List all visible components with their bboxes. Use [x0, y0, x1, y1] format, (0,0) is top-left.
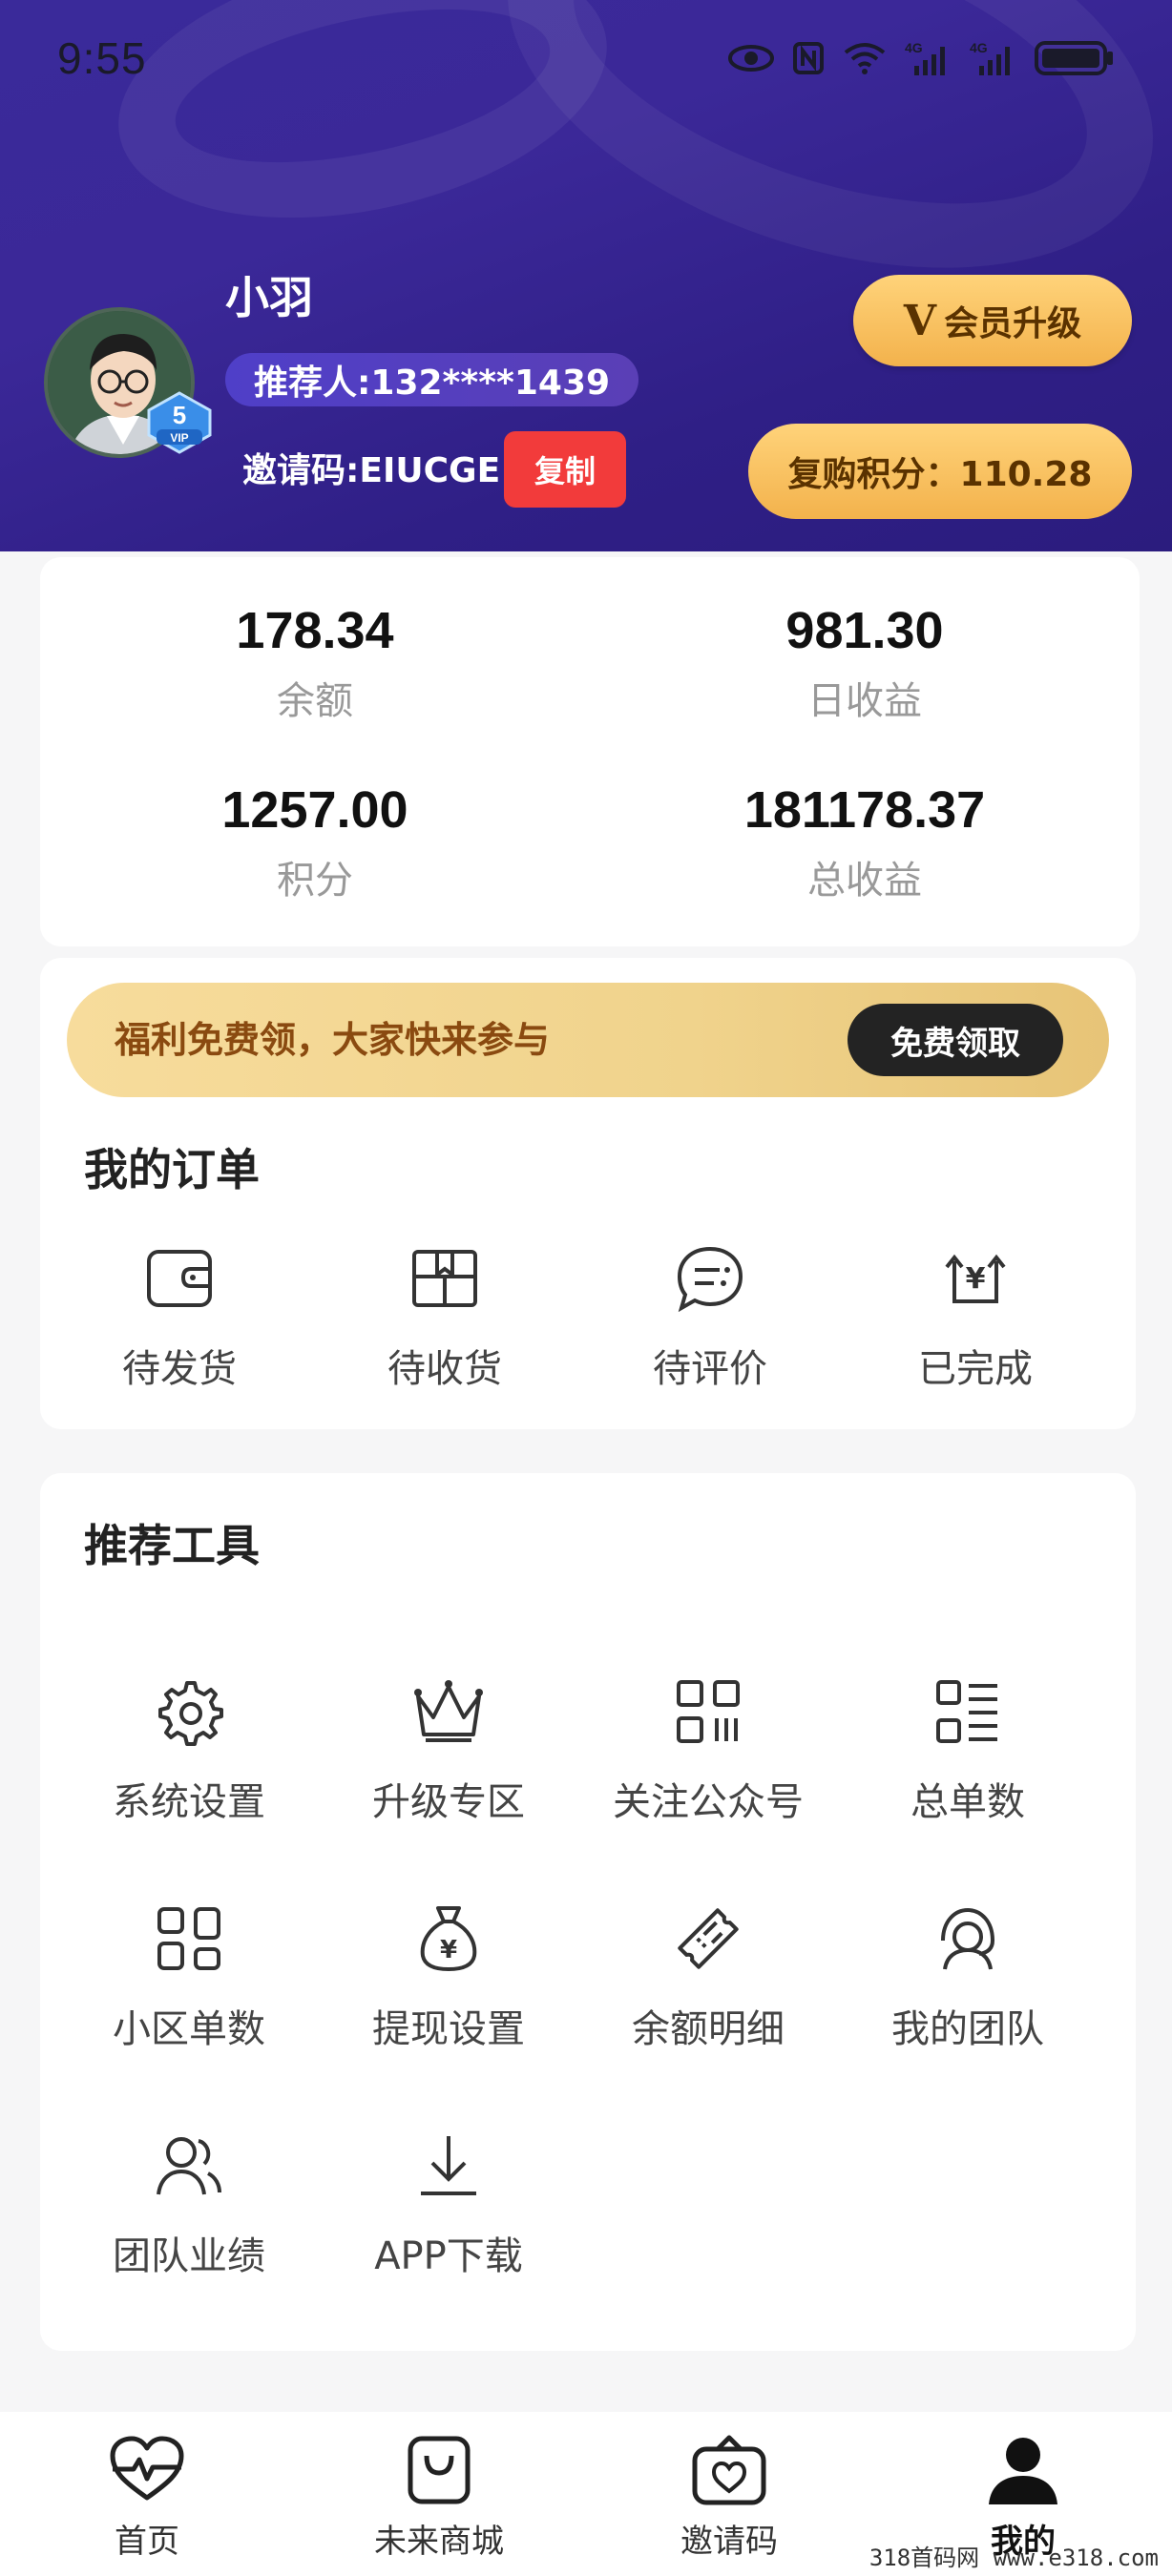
- promo-banner[interactable]: 福利免费领，大家快来参与 免费领取: [67, 983, 1109, 1097]
- wallet-icon: [147, 1250, 212, 1307]
- shopping-bag-icon: [408, 2436, 471, 2504]
- svg-text:¥: ¥: [966, 1262, 986, 1296]
- tool-label: 小区单数: [113, 2007, 265, 2051]
- invite-code-text: 邀请码:EIUCGE: [242, 451, 501, 490]
- copy-button[interactable]: 复制: [504, 431, 626, 508]
- list-icon: [936, 1680, 997, 1743]
- stat-points[interactable]: 1257.00 积分: [40, 780, 590, 904]
- vip-level-badge: 5 VIP: [143, 391, 216, 454]
- svg-text:4G: 4G: [905, 40, 923, 55]
- order-completed[interactable]: ¥ 已完成: [851, 1240, 1099, 1393]
- comment-icon: [677, 1246, 743, 1312]
- orders-title: 我的订单: [84, 1144, 260, 1195]
- stat-value: 178.34: [236, 602, 394, 659]
- tool-label: 余额明细: [632, 2007, 785, 2051]
- vip-upgrade-label: 会员升级: [944, 304, 1082, 343]
- tool-label: 我的团队: [891, 2007, 1044, 2051]
- svg-text:4G: 4G: [970, 40, 988, 55]
- free-claim-button[interactable]: 免费领取: [848, 1004, 1063, 1076]
- tool-label: 升级专区: [372, 1780, 525, 1824]
- tool-label: 总单数: [910, 1780, 1025, 1824]
- referrer-pill: 推荐人:132****1439: [225, 353, 639, 406]
- person-icon: [989, 2438, 1057, 2504]
- tool-system-settings[interactable]: 系统设置: [65, 1673, 313, 1826]
- stat-label: 日收益: [807, 679, 922, 723]
- package-icon: [412, 1250, 477, 1307]
- tool-label: 关注公众号: [613, 1780, 804, 1824]
- tool-my-team[interactable]: 我的团队: [844, 1901, 1092, 2053]
- vip-text: VIP: [170, 431, 188, 445]
- tool-label: 提现设置: [372, 2007, 525, 2051]
- stat-label: 积分: [277, 859, 353, 903]
- tool-label: 团队业绩: [113, 2234, 265, 2278]
- qrcode-icon: [677, 1680, 740, 1743]
- yen-exchange-icon: ¥: [945, 1254, 1006, 1303]
- tool-balance-details[interactable]: 余额明细: [584, 1901, 832, 2053]
- tool-team-performance[interactable]: 团队业绩: [65, 2128, 313, 2280]
- orders-card: 福利免费领，大家快来参与 免费领取 我的订单 待发货 待收货 待评价 ¥ 已完成: [40, 958, 1136, 1429]
- nav-mall[interactable]: 未来商城: [324, 2429, 554, 2562]
- grid-icon: [157, 1907, 220, 1970]
- gear-icon: [158, 1681, 223, 1746]
- order-pending-shipment[interactable]: 待发货: [55, 1240, 303, 1393]
- stats-card: 178.34 余额 981.30 日收益 1257.00 积分 181178.3…: [40, 557, 1140, 946]
- tool-app-download[interactable]: APP下载: [324, 2128, 573, 2280]
- users-icon: [157, 2137, 221, 2195]
- tool-total-orders[interactable]: 总单数: [844, 1673, 1092, 1826]
- headset-user-icon: [941, 1907, 994, 1970]
- vip-upgrade-button[interactable]: V 会员升级: [853, 275, 1132, 366]
- user-name: 小羽: [225, 272, 313, 323]
- order-pending-receipt[interactable]: 待收货: [321, 1240, 569, 1393]
- signal-4g-icon: 4G: [970, 40, 1010, 75]
- promo-text: 福利免费领，大家快来参与: [115, 1019, 551, 1061]
- tools-title: 推荐工具: [84, 1520, 260, 1571]
- wifi-icon: [844, 43, 886, 74]
- vip-v-icon: V: [903, 296, 937, 345]
- stat-value: 1257.00: [221, 781, 408, 839]
- svg-text:¥: ¥: [440, 1936, 457, 1964]
- tool-withdraw-settings[interactable]: ¥ 提现设置: [324, 1901, 573, 2053]
- nav-invite-code[interactable]: 邀请码: [615, 2429, 844, 2562]
- download-icon: [421, 2136, 476, 2195]
- referrer-text: 推荐人:132****1439: [254, 364, 611, 403]
- stat-value: 181178.37: [743, 781, 986, 839]
- order-pending-review[interactable]: 待评价: [586, 1240, 834, 1393]
- order-item-label: 待发货: [122, 1347, 237, 1391]
- repurchase-points-button[interactable]: 复购积分：110.28: [748, 424, 1132, 519]
- stat-label: 总收益: [807, 859, 922, 903]
- heart-pulse-icon: [110, 2436, 184, 2501]
- nav-label: 首页: [115, 2523, 179, 2561]
- order-item-label: 待收货: [387, 1347, 502, 1391]
- tool-follow-official-account[interactable]: 关注公众号: [584, 1673, 832, 1826]
- vip-level-number: 5: [173, 401, 186, 429]
- battery-icon: [1035, 41, 1113, 75]
- status-icons: 4G 4G: [727, 36, 1115, 80]
- stat-balance[interactable]: 178.34 余额: [40, 601, 590, 725]
- watermark: 318首码网 www.e318.com: [869, 2545, 1159, 2571]
- signal-4g-icon: 4G: [905, 40, 945, 75]
- order-item-label: 已完成: [918, 1347, 1033, 1391]
- order-item-label: 待评价: [653, 1347, 767, 1391]
- profile-header: 9:55 4G 4G 5 VIP 小羽 推荐人:132****1439 邀请码:…: [0, 0, 1172, 551]
- bottom-nav: 首页 未来商城 邀请码 我的 318首码网 www.e318.com: [0, 2412, 1172, 2576]
- tool-label: 系统设置: [113, 1780, 265, 1824]
- stat-label: 余额: [277, 679, 353, 723]
- tool-upgrade-zone[interactable]: 升级专区: [324, 1673, 573, 1826]
- nfc-icon: [793, 42, 824, 74]
- tools-card: 推荐工具 系统设置 升级专区 关注公众号 总单数 小区单数 ¥ 提现设置 余额明…: [40, 1473, 1136, 2351]
- nav-label: 邀请码: [680, 2523, 778, 2561]
- tool-community-orders[interactable]: 小区单数: [65, 1901, 313, 2053]
- money-bag-icon: ¥: [420, 1906, 477, 1972]
- stat-daily-income[interactable]: 981.30 日收益: [590, 601, 1140, 725]
- stat-value: 981.30: [785, 602, 944, 659]
- ticket-icon: [678, 1908, 739, 1969]
- tool-label: APP下载: [374, 2234, 523, 2278]
- status-time: 9:55: [57, 33, 147, 83]
- crown-icon: [414, 1680, 483, 1742]
- nav-home[interactable]: 首页: [32, 2429, 262, 2562]
- gift-box-icon: [692, 2435, 766, 2505]
- eye-icon: [728, 45, 774, 72]
- nav-label: 未来商城: [374, 2523, 504, 2561]
- stat-total-income[interactable]: 181178.37 总收益: [590, 780, 1140, 904]
